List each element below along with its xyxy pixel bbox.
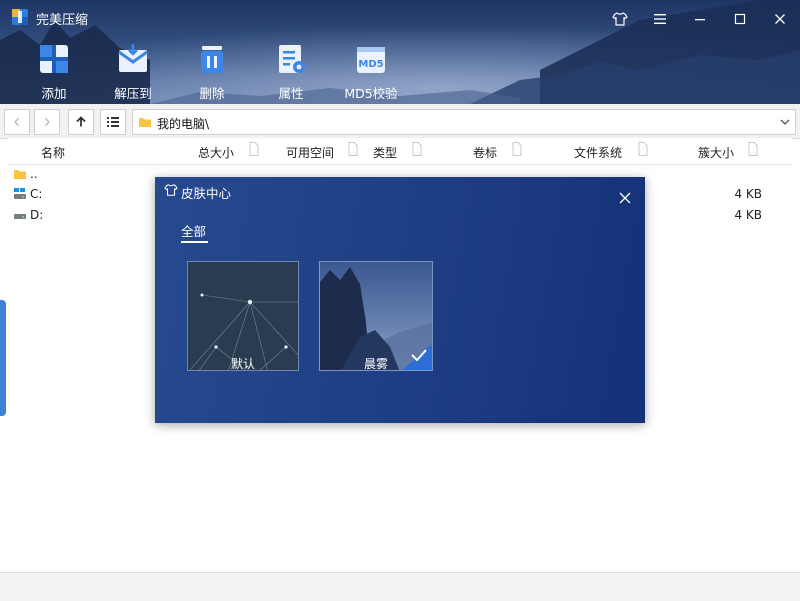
address-path: 我的电脑\	[157, 117, 210, 131]
row-cluster-size: 4 KB	[734, 208, 762, 222]
dialog-title: 皮肤中心	[181, 186, 232, 201]
toolbar-delete-button[interactable]: 删除	[177, 40, 247, 102]
toolbar-md5-label: MD5校验	[344, 86, 398, 101]
list-view-icon	[107, 117, 119, 127]
skin-name: 晨雾	[363, 357, 388, 371]
column-separator-icon[interactable]	[249, 142, 259, 156]
row-name: C:	[30, 187, 43, 201]
skin-button[interactable]	[602, 6, 638, 32]
toolbar-properties-label: 属性	[278, 86, 304, 101]
skin-option-default[interactable]: 默认	[187, 261, 299, 371]
list-header: 名称 总大小 可用空间 类型 卷标 文件系统 簇大小	[8, 138, 792, 165]
hamburger-menu-icon	[654, 14, 666, 24]
chevron-left-icon	[14, 118, 19, 126]
system-drive-icon	[14, 188, 26, 199]
folder-icon	[14, 170, 26, 179]
maximize-button[interactable]	[722, 6, 758, 32]
column-header-name[interactable]: 名称	[41, 144, 65, 161]
menu-button[interactable]	[642, 6, 678, 32]
tshirt-icon	[164, 184, 178, 196]
close-icon	[775, 14, 785, 24]
row-name: D:	[30, 208, 44, 222]
forward-button[interactable]	[34, 109, 60, 135]
column-header-type[interactable]: 类型	[373, 144, 397, 161]
drive-icon	[14, 214, 26, 219]
toolbar-properties-button[interactable]: 属性	[256, 40, 326, 102]
status-bar	[0, 572, 800, 601]
column-header-file-system[interactable]: 文件系统	[574, 144, 622, 161]
close-button[interactable]	[762, 6, 798, 32]
app-title: 完美压缩	[36, 13, 89, 28]
toolbar-extract-button[interactable]: 解压到	[98, 40, 168, 102]
toolbar-extract-label: 解压到	[114, 86, 152, 101]
column-header-total-size[interactable]: 总大小	[198, 144, 234, 161]
minimize-icon	[695, 19, 705, 21]
address-bar[interactable]: 我的电脑\	[132, 109, 796, 135]
column-separator-icon[interactable]	[512, 142, 522, 156]
skin-center-dialog: 皮肤中心 全部 默认 晨雾	[155, 177, 645, 423]
minimize-button[interactable]	[682, 6, 718, 32]
navigation-bar: 我的电脑\	[0, 104, 800, 139]
column-header-volume-label[interactable]: 卷标	[473, 144, 497, 161]
tab-all[interactable]: 全部	[181, 221, 206, 240]
tshirt-icon	[612, 12, 628, 26]
column-separator-icon[interactable]	[412, 142, 422, 156]
toolbar-md5-button[interactable]: MD5 MD5校验	[336, 40, 406, 102]
close-icon	[619, 192, 631, 204]
skin-option-morning-mist[interactable]: 晨雾	[319, 261, 433, 371]
column-header-cluster-size[interactable]: 簇大小	[698, 144, 734, 161]
column-separator-icon[interactable]	[748, 142, 758, 156]
top-banner: 完美压缩 添加 解压到 删除 属性 MD5 MD5校验	[0, 0, 800, 104]
title-bar: 完美压缩	[0, 0, 800, 36]
side-panel-handle[interactable]	[0, 300, 6, 416]
dialog-close-button[interactable]	[607, 182, 643, 214]
md5-check-icon: MD5	[357, 47, 385, 73]
view-mode-button[interactable]	[100, 109, 126, 135]
toolbar-add-button[interactable]: 添加	[19, 40, 89, 102]
toolbar-delete-label: 删除	[199, 86, 225, 101]
maximize-icon	[734, 13, 746, 25]
toolbar-add-label: 添加	[41, 86, 67, 101]
row-cluster-size: 4 KB	[734, 187, 762, 201]
skin-name: 默认	[230, 357, 255, 371]
row-name: ..	[30, 167, 38, 181]
svg-text:MD5: MD5	[358, 59, 383, 70]
properties-icon	[279, 45, 305, 73]
back-button[interactable]	[4, 109, 30, 135]
folder-icon	[139, 118, 151, 127]
app-logo-icon	[12, 9, 28, 25]
chevron-down-icon[interactable]	[779, 116, 791, 128]
arrow-up-icon	[76, 116, 86, 127]
extract-to-icon	[118, 44, 148, 72]
tab-underline	[181, 241, 208, 243]
up-button[interactable]	[68, 109, 94, 135]
chevron-right-icon	[45, 118, 50, 126]
add-files-icon	[40, 45, 68, 73]
column-header-free-space[interactable]: 可用空间	[286, 144, 334, 161]
column-separator-icon[interactable]	[348, 142, 358, 156]
delete-icon	[201, 46, 223, 73]
column-separator-icon[interactable]	[638, 142, 648, 156]
